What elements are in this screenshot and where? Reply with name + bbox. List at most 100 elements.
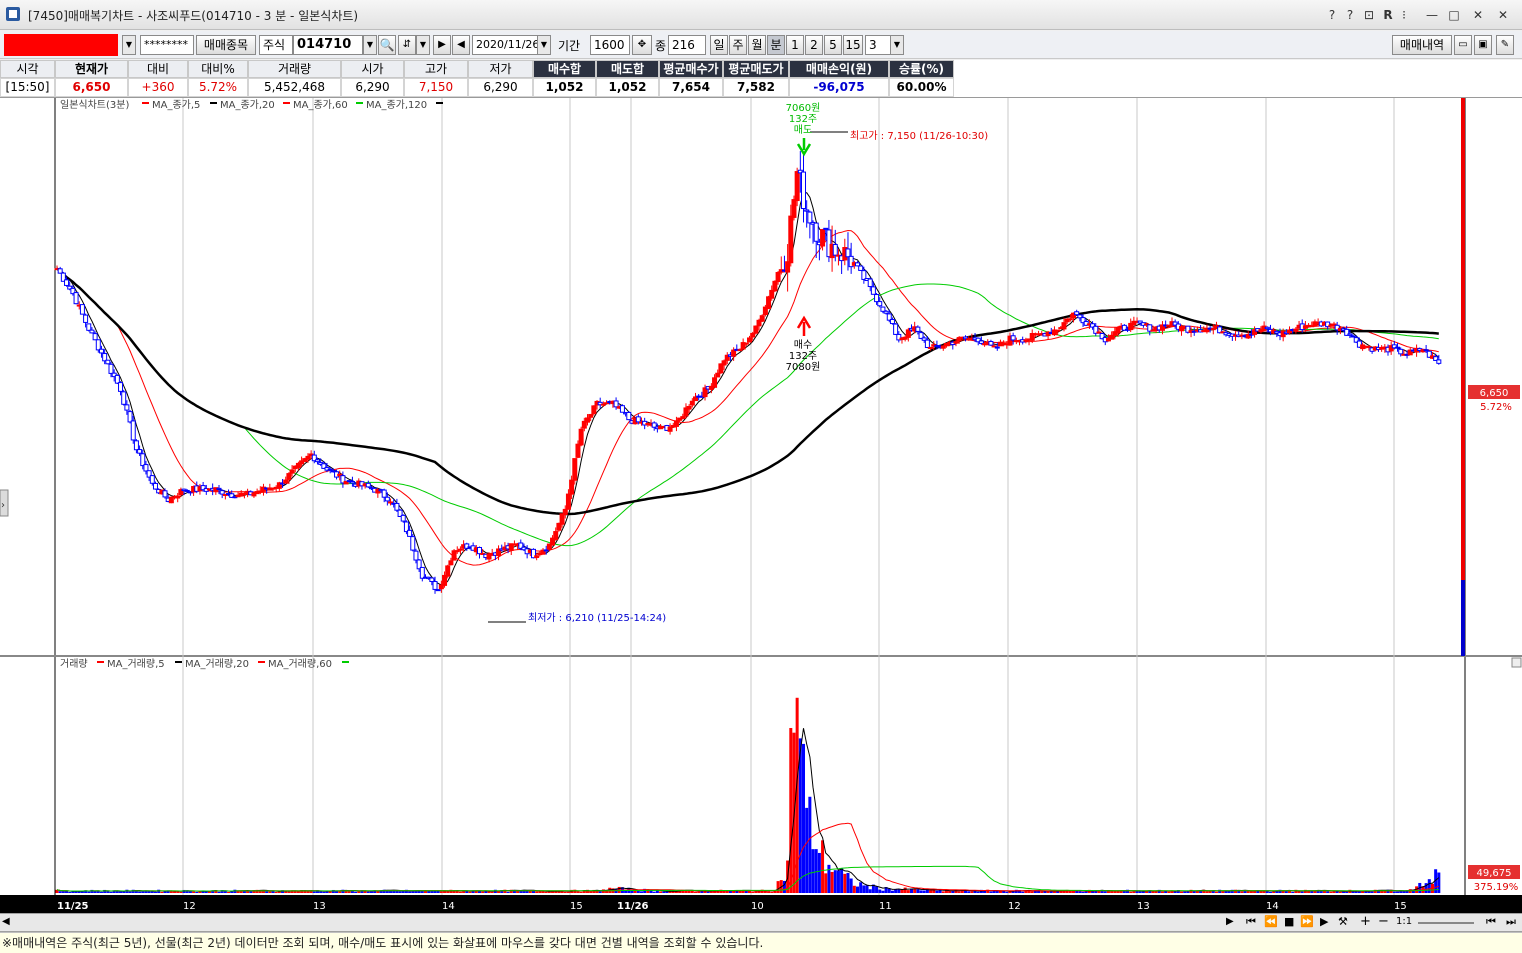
settings-icon[interactable]: ✎ xyxy=(1496,35,1514,55)
candle-body xyxy=(314,459,320,463)
rewind-icon[interactable]: ⏪ xyxy=(1264,915,1278,928)
date-input[interactable]: 2020/11/26 xyxy=(472,35,538,55)
candle-body xyxy=(804,209,810,212)
candle-body xyxy=(1395,346,1401,349)
close-button[interactable]: ✕ xyxy=(1470,6,1486,24)
sort-dropdown-icon[interactable]: ▼ xyxy=(416,35,430,55)
stop-icon[interactable]: ■ xyxy=(1284,915,1294,928)
app-icon xyxy=(6,7,20,21)
tab-15[interactable]: 15 xyxy=(843,35,863,55)
candle-body xyxy=(883,310,889,314)
period-input[interactable]: 1600 xyxy=(590,35,630,55)
scroll-right-icon[interactable]: ▶ xyxy=(1226,916,1234,927)
candle-body xyxy=(130,420,136,441)
header-avg-sell: 평균매도가 xyxy=(723,60,789,78)
high-label: 최고가 : 7,150 (11/26-10:30) xyxy=(850,130,988,142)
volume-bar xyxy=(506,891,510,893)
trade-items-button[interactable]: 매매종목 xyxy=(196,35,256,55)
help2-button[interactable]: ? xyxy=(1344,6,1356,24)
volume-bar xyxy=(833,870,837,893)
x-axis-label: 15 xyxy=(570,901,583,912)
refresh-icon[interactable]: R xyxy=(1382,6,1394,24)
zoom-ratio-icon[interactable]: 1:1 xyxy=(1396,916,1412,927)
scroll-start-icon[interactable]: ⏮ xyxy=(1246,915,1256,929)
volume-bar xyxy=(1005,891,1009,893)
candle-body xyxy=(327,468,333,471)
scroll-end-icon[interactable]: ⏭ xyxy=(1506,915,1516,929)
scroll-left-icon[interactable]: ◀ xyxy=(2,916,10,927)
zoom-slider[interactable] xyxy=(1418,922,1474,924)
play-prev-icon[interactable]: ◀ xyxy=(452,35,470,55)
candle-body xyxy=(953,341,959,344)
account-field-redacted[interactable] xyxy=(4,34,118,56)
folder-icon[interactable]: ▭ xyxy=(1454,35,1472,55)
candle-body xyxy=(747,337,752,343)
volume-bar xyxy=(1084,891,1088,893)
help-button[interactable]: ? xyxy=(1326,6,1338,24)
play-next-icon[interactable]: ▶ xyxy=(433,35,451,55)
candle-body xyxy=(928,346,934,349)
capture-icon[interactable]: ⊡ xyxy=(1362,6,1376,24)
scroll-home-icon[interactable]: ⏮ xyxy=(1486,915,1496,929)
play-icon[interactable]: ▶ xyxy=(1320,915,1328,928)
close-button-2[interactable]: ✕ xyxy=(1495,6,1511,24)
tab-5[interactable]: 5 xyxy=(824,35,842,55)
tab-week[interactable]: 주 xyxy=(729,35,747,55)
candle-body xyxy=(349,481,355,484)
tab-month[interactable]: 월 xyxy=(748,35,766,55)
forward-icon[interactable]: ⏩ xyxy=(1300,915,1314,928)
count-input[interactable]: 216 xyxy=(668,35,706,55)
interval-dropdown-icon[interactable]: ▼ xyxy=(890,35,904,55)
date-dropdown-icon[interactable]: ▼ xyxy=(537,35,551,55)
volume-bar xyxy=(1205,891,1209,893)
volume-bar xyxy=(176,891,180,893)
password-field[interactable]: ******** xyxy=(140,35,194,55)
buy-qty-label: 132주 xyxy=(789,351,817,362)
save-icon[interactable]: ▣ xyxy=(1474,35,1492,55)
sort-icon[interactable]: ⇵ xyxy=(398,35,416,55)
code-dropdown-icon[interactable]: ▼ xyxy=(363,35,377,55)
chart-canvas[interactable]: › 11/25 12 13 14 15 11/26 10 11 12 13 14 15 일본식차트(3… xyxy=(0,98,1522,913)
side-expand-icon[interactable]: › xyxy=(1,500,5,511)
candle-body xyxy=(86,323,92,331)
minimize-button[interactable]: — xyxy=(1424,6,1440,24)
candle-body xyxy=(889,318,895,325)
chart-tool-icon[interactable]: ⚒ xyxy=(1338,915,1348,928)
move-icon[interactable]: ✥ xyxy=(632,35,652,55)
value-open: 6,290 xyxy=(341,78,404,97)
header-change-pct: 대비% xyxy=(188,60,248,78)
volume-bar xyxy=(1272,891,1276,893)
volume-bar xyxy=(192,891,196,893)
search-icon[interactable]: 🔍 xyxy=(378,35,396,55)
volume-bar xyxy=(659,891,663,893)
stock-type-select[interactable]: 주식 xyxy=(259,35,293,55)
tab-day[interactable]: 일 xyxy=(710,35,728,55)
tab-1[interactable]: 1 xyxy=(786,35,804,55)
zoom-in-icon[interactable]: + xyxy=(1360,914,1371,929)
chart-scrollbar[interactable]: ◀ ▶ ⏮ ⏪ ■ ⏩ ▶ ⚒ + − 1:1 ⏮ ⏭ xyxy=(0,913,1522,932)
code-input[interactable]: 014710 xyxy=(293,35,363,55)
chart-area[interactable]: › 11/25 12 13 14 15 11/26 10 11 12 13 14 15 일본식차트(3… xyxy=(0,98,1522,913)
trade-history-button[interactable]: 매매내역 xyxy=(1392,35,1452,55)
header-buy-sum: 매수합 xyxy=(533,60,596,78)
interval-input[interactable]: 3 xyxy=(865,35,891,55)
candle-body xyxy=(788,215,794,264)
volume-bar xyxy=(903,887,907,893)
volume-bar xyxy=(821,840,825,893)
candle-body xyxy=(553,531,559,540)
volume-bar xyxy=(967,891,971,893)
volume-bar xyxy=(468,891,472,893)
tab-2[interactable]: 2 xyxy=(805,35,823,55)
volume-bar xyxy=(836,870,840,893)
volume-bar xyxy=(535,891,539,893)
account-dropdown-icon[interactable]: ▼ xyxy=(122,35,136,55)
tab-minute[interactable]: 분 xyxy=(767,35,785,55)
candle-body xyxy=(600,403,606,406)
maximize-button[interactable]: □ xyxy=(1446,6,1462,24)
candle-body xyxy=(149,475,155,484)
app-window: [7450]매매복기차트 - 사조씨푸드(014710 - 3 분 - 일본식차… xyxy=(0,0,1522,953)
pane-close-icon[interactable] xyxy=(1511,657,1522,668)
more-icon[interactable]: ⁝ xyxy=(1398,6,1410,24)
legend-marker-black xyxy=(210,102,217,104)
zoom-out-icon[interactable]: − xyxy=(1378,914,1389,929)
